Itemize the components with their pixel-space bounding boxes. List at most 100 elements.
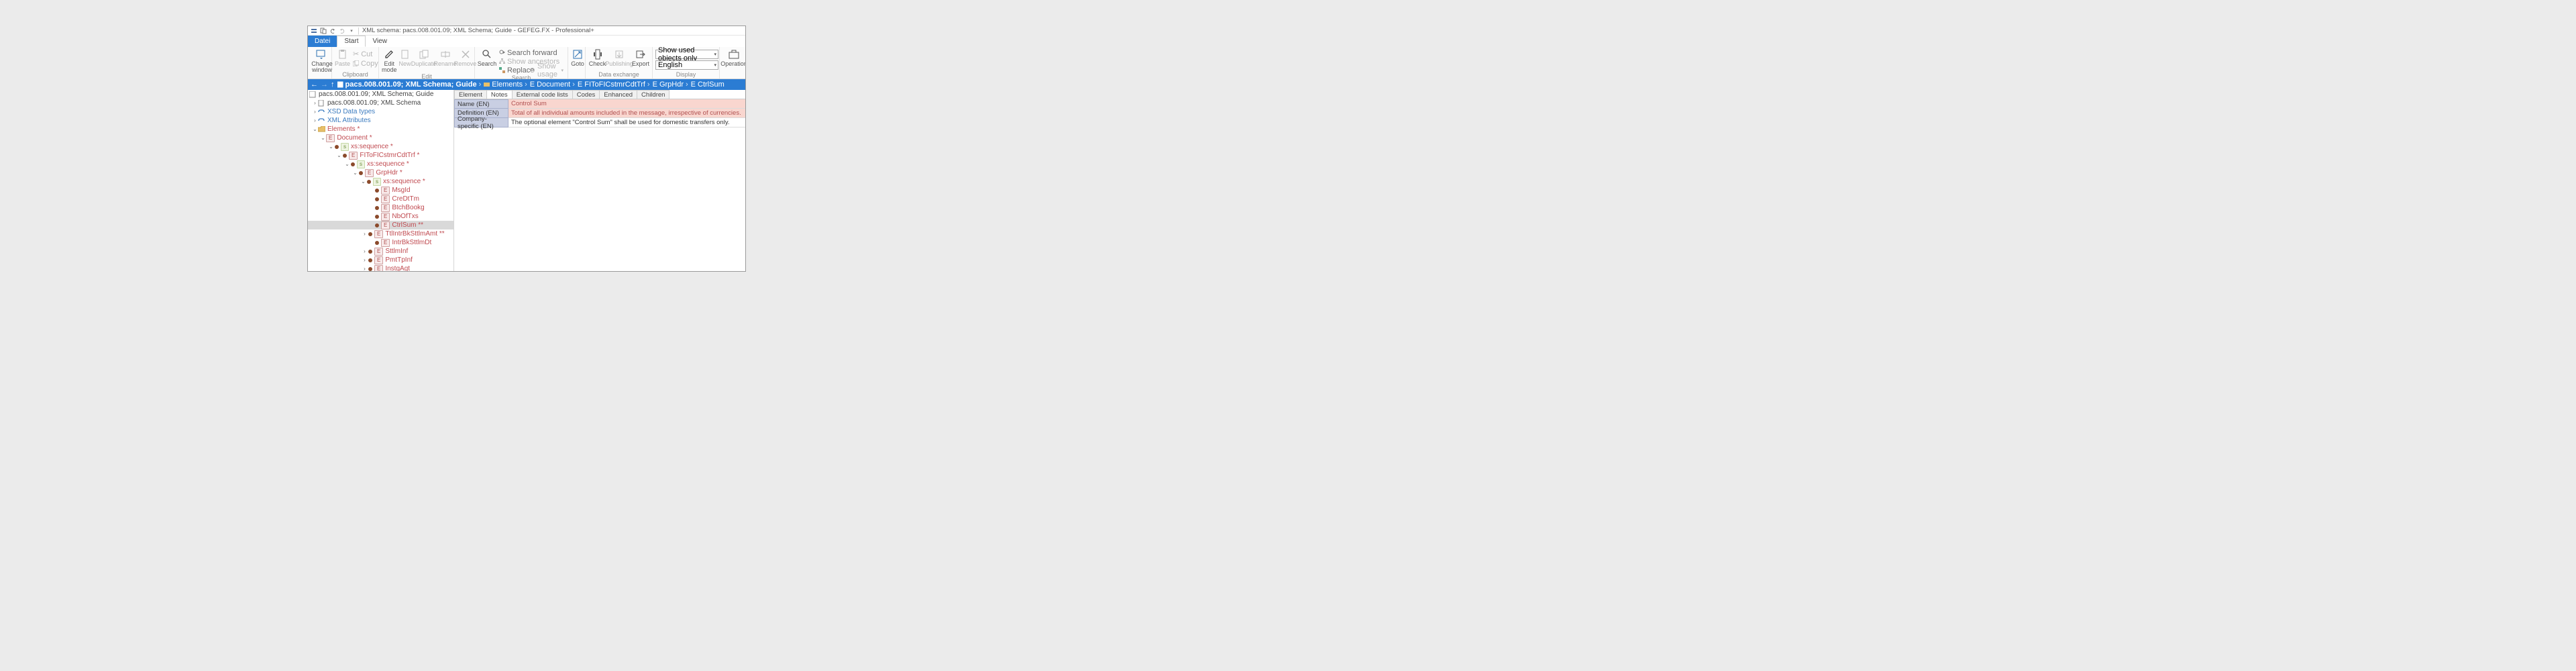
nav-forward-icon[interactable]: →: [321, 81, 328, 89]
check-button[interactable]: Check: [588, 48, 606, 67]
tree-ttlintrbksttlmamt[interactable]: ›ETtlIntrBkSttlmAmt **: [308, 229, 453, 238]
qat-dropdown-icon[interactable]: ▾: [348, 28, 355, 34]
prop-row-company-specific[interactable]: Company-specific (EN) The optional eleme…: [454, 118, 745, 127]
tree-seq3[interactable]: ⌄sxs:sequence *: [308, 177, 453, 186]
search-button[interactable]: Search: [478, 48, 496, 67]
expand-icon[interactable]: ›: [362, 248, 368, 254]
qat-redo-icon[interactable]: [339, 28, 345, 34]
tree-xsd-types[interactable]: ›XSD Data types: [308, 107, 453, 116]
tree-msgid[interactable]: EMsgId: [308, 186, 453, 195]
forward-icon: [499, 50, 505, 56]
tree-root[interactable]: pacs.008.001.09; XML Schema; Guide: [308, 90, 453, 99]
show-usage-button[interactable]: Show usage▾: [528, 66, 565, 74]
tree-sttlminf[interactable]: ›ESttlmInf: [308, 247, 453, 256]
prop-val[interactable]: Control Sum: [508, 99, 745, 109]
tree-seq1[interactable]: ⌄sxs:sequence *: [308, 142, 453, 151]
collapse-icon[interactable]: ⌄: [328, 144, 334, 150]
cut-icon: ✂: [353, 50, 359, 58]
edit-mode-button[interactable]: Edit mode: [382, 48, 397, 73]
tree-ft[interactable]: ⌄EFIToFICstmrCdtTrf *: [308, 151, 453, 160]
collapse-icon[interactable]: ⌄: [336, 152, 342, 158]
collapse-icon[interactable]: ⌄: [360, 178, 366, 185]
duplicate-button[interactable]: Duplicate: [413, 48, 435, 67]
element-badge: E: [326, 134, 335, 142]
tab-start[interactable]: Start: [337, 36, 366, 47]
tree-btchbookg[interactable]: EBtchBookg: [308, 203, 453, 212]
change-window-button[interactable]: Change window: [311, 48, 333, 73]
breadcrumb-ctrlsum[interactable]: ECtrlSum: [691, 81, 724, 89]
element-badge: E: [530, 81, 535, 89]
paste-icon: [336, 48, 350, 60]
expand-icon[interactable]: ›: [312, 100, 318, 106]
duplicate-icon: [417, 48, 431, 60]
mod-dot-icon: [368, 232, 372, 236]
qat-btn-1[interactable]: [320, 28, 327, 34]
expand-icon[interactable]: ›: [312, 117, 318, 123]
collapse-icon[interactable]: ⌄: [320, 135, 326, 141]
dtab-codes[interactable]: Codes: [572, 90, 600, 99]
filter-combo[interactable]: Show used objects only▾: [655, 50, 718, 59]
nav-up-icon[interactable]: ↑: [331, 81, 335, 89]
mod-dot-icon: [375, 189, 379, 193]
remove-button[interactable]: Remove: [456, 48, 475, 67]
tree-nboftxs[interactable]: ENbOfTxs: [308, 212, 453, 221]
paste-button[interactable]: Paste: [335, 48, 350, 67]
breadcrumb-ft[interactable]: EFIToFICstmrCdtTrf›: [578, 81, 650, 89]
expand-icon[interactable]: ›: [362, 231, 368, 237]
prop-row-name[interactable]: Name (EN) Control Sum: [454, 99, 745, 109]
mod-dot-icon: [367, 180, 371, 184]
tree-seq2[interactable]: ⌄sxs:sequence *: [308, 160, 453, 168]
export-button[interactable]: Export: [632, 48, 649, 67]
operation-button[interactable]: Operation: [722, 48, 745, 67]
language-combo[interactable]: English▾: [655, 60, 718, 70]
pencil-icon: [382, 48, 396, 60]
prop-key: Company-specific (EN): [454, 118, 508, 127]
breadcrumb-root[interactable]: pacs.008.001.09; XML Schema; Guide›: [337, 81, 482, 89]
prop-val[interactable]: Total of all individual amounts included…: [508, 109, 745, 118]
tab-file[interactable]: Datei: [308, 36, 337, 47]
publishing-button[interactable]: Publishing: [608, 48, 631, 67]
dtab-notes[interactable]: Notes: [486, 90, 513, 99]
qat-undo-icon[interactable]: [329, 28, 336, 34]
element-badge: E: [374, 248, 383, 256]
tree-elements[interactable]: ⌄Elements *: [308, 125, 453, 134]
tree-instgagt[interactable]: ›EInstgAgt: [308, 264, 453, 271]
mod-dot-icon: [375, 241, 379, 245]
expand-icon[interactable]: ›: [362, 257, 368, 263]
dtab-element[interactable]: Element: [454, 90, 487, 99]
collapse-icon[interactable]: ⌄: [312, 126, 318, 132]
tab-view[interactable]: View: [366, 36, 394, 47]
sequence-badge: s: [357, 160, 365, 168]
dtab-enhanced[interactable]: Enhanced: [599, 90, 637, 99]
collapse-icon[interactable]: ⌄: [352, 170, 358, 176]
cut-button[interactable]: ✂Cut: [352, 50, 380, 58]
element-badge: E: [374, 230, 383, 238]
nav-back-icon[interactable]: ←: [311, 81, 318, 89]
dtab-children[interactable]: Children: [637, 90, 669, 99]
expand-icon[interactable]: ›: [362, 266, 368, 271]
breadcrumb-document[interactable]: EDocument›: [530, 81, 575, 89]
tree-grphdr[interactable]: ⌄EGrpHdr *: [308, 168, 453, 177]
goto-button[interactable]: Goto: [571, 48, 584, 67]
dtab-external-code-lists[interactable]: External code lists: [512, 90, 573, 99]
copy-button[interactable]: Copy: [352, 59, 380, 68]
new-button[interactable]: New: [398, 48, 412, 67]
group-display: Display: [655, 71, 716, 79]
prop-val[interactable]: The optional element "Control Sum" shall…: [508, 118, 745, 127]
new-icon: [398, 48, 412, 60]
collapse-icon[interactable]: ⌄: [344, 161, 350, 167]
window-title: XML schema: pacs.008.001.09; XML Schema;…: [362, 27, 594, 34]
breadcrumb-elements[interactable]: Elements›: [484, 81, 527, 89]
tree-xml-attrs[interactable]: ›XML Attributes: [308, 116, 453, 125]
tree-credttm[interactable]: ECreDtTm: [308, 195, 453, 203]
tree-intrbksttlmdt[interactable]: EIntrBkSttlmDt: [308, 238, 453, 247]
rename-button[interactable]: Rename: [436, 48, 455, 67]
expand-icon[interactable]: ›: [312, 109, 318, 115]
tree-pane[interactable]: pacs.008.001.09; XML Schema; Guide ›pacs…: [308, 90, 454, 271]
tree-schema[interactable]: ›pacs.008.001.09; XML Schema: [308, 99, 453, 107]
search-forward-button[interactable]: Search forward: [498, 48, 565, 57]
tree-pmttpinf[interactable]: ›EPmtTpInf: [308, 256, 453, 264]
breadcrumb-grphdr[interactable]: EGrpHdr›: [653, 81, 688, 89]
tree-ctrlsum[interactable]: ECtrlSum **: [308, 221, 453, 229]
tree-document[interactable]: ⌄EDocument *: [308, 134, 453, 142]
